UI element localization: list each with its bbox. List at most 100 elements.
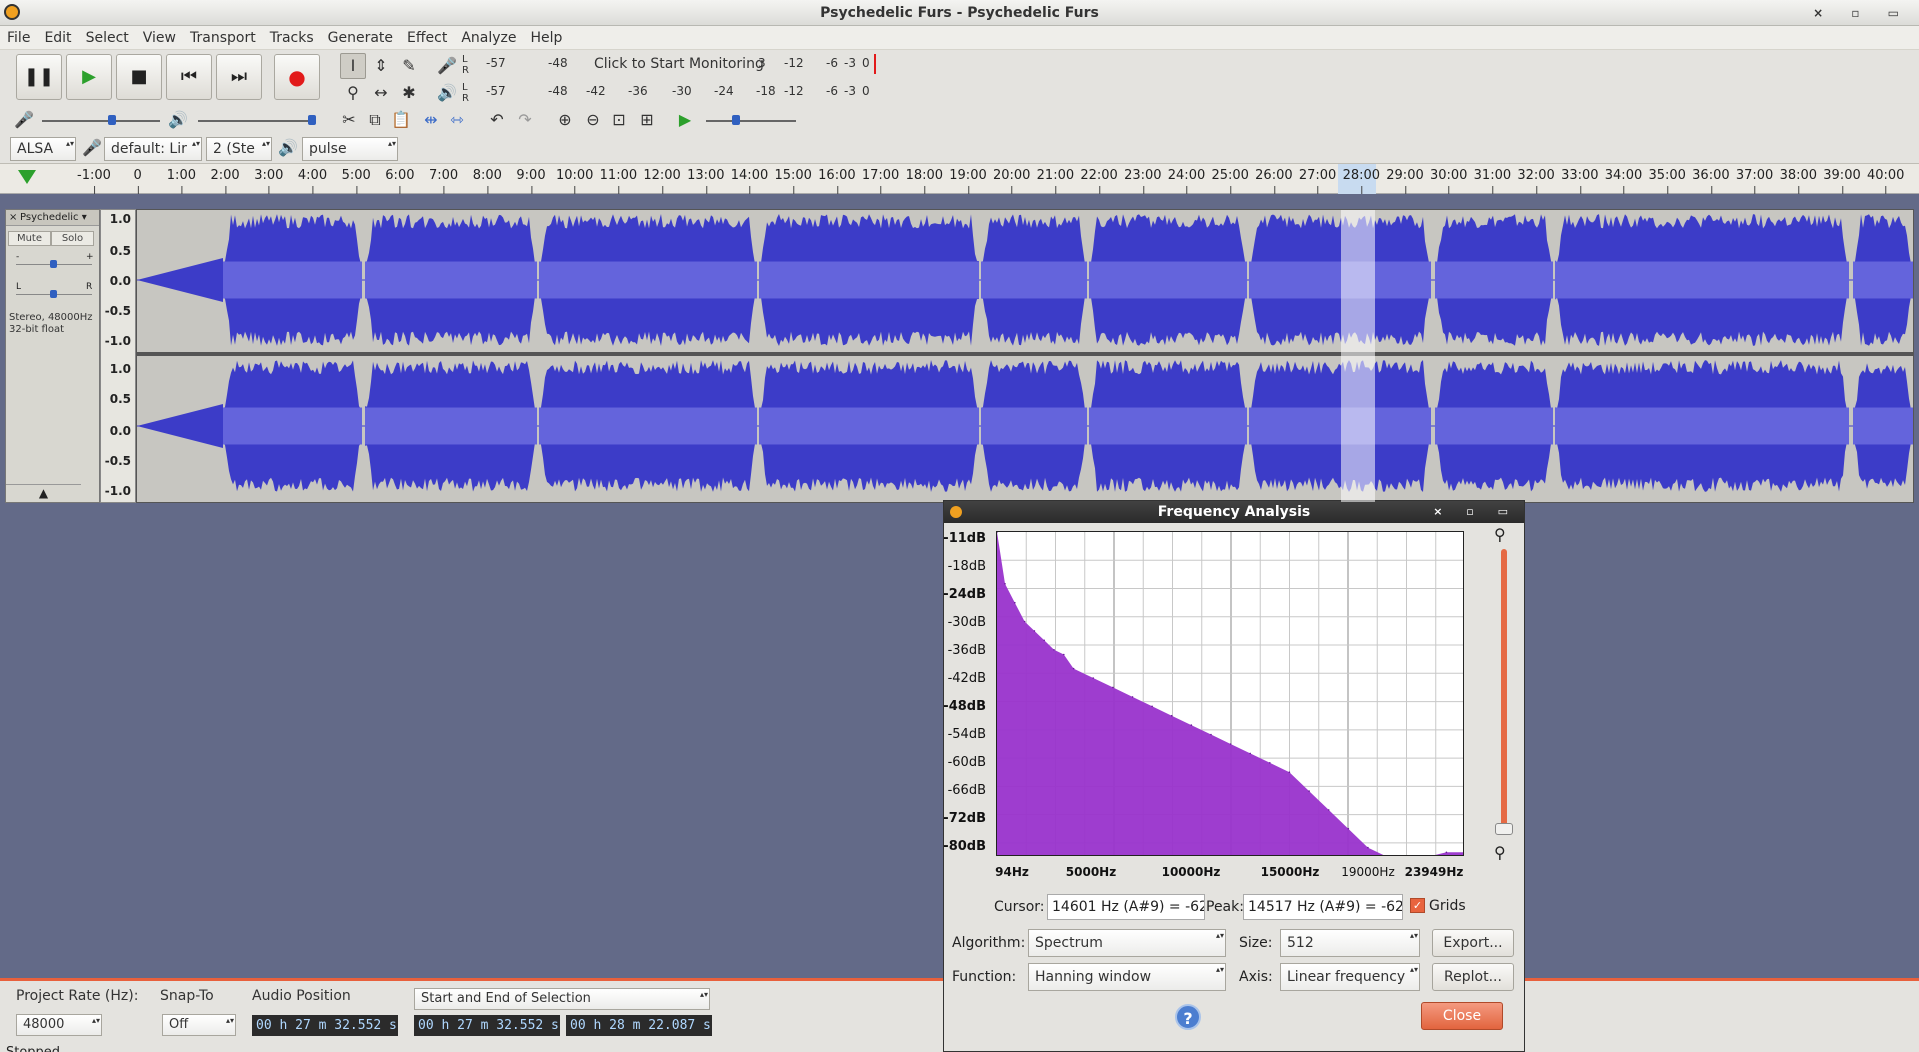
selection-mode-select[interactable]: Start and End of Selection	[414, 988, 710, 1010]
zoom-out-button[interactable]: ⊖	[580, 107, 606, 133]
mute-button[interactable]: Mute	[8, 231, 51, 246]
menu-tracks[interactable]: Tracks	[263, 26, 321, 50]
cut-button[interactable]: ✂	[336, 107, 362, 133]
fit-selection-button[interactable]: ⊡	[606, 107, 632, 133]
playback-meter-speaker-icon[interactable]: 🔊	[434, 80, 460, 106]
menu-effect[interactable]: Effect	[400, 26, 454, 50]
peak-value-field[interactable]: 14517 Hz (A#9) = -62	[1243, 894, 1403, 920]
help-button[interactable]: ?	[1175, 1004, 1201, 1030]
export-button[interactable]: Export...	[1432, 929, 1514, 957]
pause-button[interactable]: ❚❚	[16, 54, 62, 100]
envelope-tool-button[interactable]: ⇕	[368, 53, 394, 79]
spectrum-zoom-slider[interactable]	[1501, 549, 1507, 829]
menu-select[interactable]: Select	[79, 26, 136, 50]
silence-audio-button[interactable]: ⇿	[444, 107, 470, 133]
click-to-start-monitoring[interactable]: Click to Start Monitoring	[594, 56, 764, 72]
recording-channels-select[interactable]: 2 (Ste	[206, 137, 272, 161]
solo-button[interactable]: Solo	[51, 231, 94, 246]
track-vertical-ruler[interactable]: 1.0 0.5 0.0 -0.5 -1.0 1.0 0.5 0.0 -0.5 -…	[100, 209, 136, 503]
replot-button[interactable]: Replot...	[1432, 963, 1514, 991]
record-volume-slider[interactable]	[42, 110, 160, 130]
recording-device-select[interactable]: default: Lir	[104, 137, 202, 161]
menu-transport[interactable]: Transport	[183, 26, 263, 50]
track-pan-slider[interactable]	[16, 284, 92, 304]
toolbar-area: ❚❚ ▶ ■ ⏮ ⏭ ● I ⇕ ✎ ⚲ ↔ ✱ 🎤 LR -57 -48 Cl…	[0, 50, 1919, 164]
ruler-tick-label: 1:00	[166, 168, 196, 194]
ruler-tick-label: 15:00	[774, 168, 812, 194]
menu-generate[interactable]: Generate	[321, 26, 400, 50]
snap-to-label: Snap-To	[160, 988, 214, 1004]
draw-tool-button[interactable]: ✎	[396, 53, 422, 79]
play-button[interactable]: ▶	[66, 54, 112, 100]
stop-button[interactable]: ■	[116, 54, 162, 100]
waveform-rms	[223, 407, 362, 445]
menu-file[interactable]: File	[0, 26, 37, 50]
track-gain-slider[interactable]	[16, 254, 92, 274]
track-close-icon[interactable]: ×	[9, 210, 17, 226]
waveform-rms	[539, 407, 757, 445]
redo-button[interactable]: ↷	[512, 107, 538, 133]
timeshift-tool-button[interactable]: ↔	[368, 80, 394, 106]
project-rate-select[interactable]: 48000	[16, 1014, 102, 1036]
waveform-svg	[137, 214, 1913, 492]
spectrum-point	[1063, 653, 1065, 656]
menu-analyze[interactable]: Analyze	[454, 26, 523, 50]
ruler-tick-label: 13:00	[687, 168, 725, 194]
y-tick-label: -30dB	[947, 615, 986, 630]
size-select[interactable]: 512	[1280, 929, 1420, 957]
zoom-out-icon[interactable]: ⚲	[1494, 843, 1506, 862]
axis-select[interactable]: Linear frequency	[1280, 963, 1420, 991]
record-volume-mic-icon: 🎤	[14, 110, 34, 129]
window-controls[interactable]: × ▫ ▭	[1813, 0, 1911, 26]
audio-position-field[interactable]: 00 h 27 m 32.552 s	[252, 1015, 398, 1036]
waveform-area[interactable]	[136, 209, 1914, 503]
ruler-tick-label: 22:00	[1080, 168, 1118, 194]
function-select[interactable]: Hanning window	[1028, 963, 1226, 991]
play-at-speed-button[interactable]: ▶	[672, 107, 698, 133]
algorithm-select[interactable]: Spectrum	[1028, 929, 1226, 957]
copy-button[interactable]: ⧉	[362, 107, 388, 133]
playback-meter[interactable]: LR -57 -48 -42 -36 -30 -24 -18 -12 -6 -3…	[462, 82, 882, 104]
spectrum-plot[interactable]	[996, 531, 1464, 856]
waveform-rms	[759, 261, 979, 299]
zoom-in-icon[interactable]: ⚲	[1494, 525, 1506, 544]
spectrum-zoom-thumb[interactable]	[1495, 823, 1513, 835]
x-tick-label: 23949Hz	[1404, 865, 1464, 879]
collapse-track-button[interactable]: ▲	[6, 484, 81, 502]
playback-volume-slider[interactable]	[198, 110, 316, 130]
record-button[interactable]: ●	[274, 54, 320, 100]
fit-project-button[interactable]: ⊞	[634, 107, 660, 133]
record-meter[interactable]: LR -57 -48 Click to Start Monitoring 3 -…	[462, 54, 882, 76]
close-button[interactable]: Close	[1421, 1002, 1503, 1030]
selection-end-field[interactable]: 00 h 28 m 22.087 s	[566, 1015, 712, 1036]
dialog-window-controls[interactable]: × ▫ ▭	[1433, 501, 1518, 523]
snap-to-select[interactable]: Off	[162, 1014, 236, 1036]
play-at-speed-slider[interactable]	[706, 110, 796, 130]
spectrum-point	[1367, 846, 1369, 849]
cursor-value-field[interactable]: 14601 Hz (A#9) = -62	[1047, 894, 1205, 920]
play-head-icon[interactable]	[18, 170, 36, 184]
zoom-in-button[interactable]: ⊕	[552, 107, 578, 133]
menu-view[interactable]: View	[136, 26, 183, 50]
menu-help[interactable]: Help	[524, 26, 570, 50]
track-name-menu[interactable]: × Psychedelic ▾	[6, 210, 99, 226]
trim-audio-button[interactable]: ⇹	[418, 107, 444, 133]
timeline-ruler[interactable]: -1:00 0 1:00 2:00 3:00 4:00 5:00 6:00 7:00 8:00 9:…	[0, 164, 1919, 194]
grids-checkbox[interactable]: ✓	[1410, 898, 1425, 913]
menu-edit[interactable]: Edit	[37, 26, 78, 50]
ruler-tick-label: 17:00	[861, 168, 900, 194]
paste-button[interactable]: 📋	[388, 107, 414, 133]
playback-device-select[interactable]: pulse	[302, 137, 398, 161]
spectrum-point	[997, 532, 998, 533]
zoom-tool-button[interactable]: ⚲	[340, 80, 366, 106]
record-meter-mic-icon[interactable]: 🎤	[434, 53, 460, 79]
skip-to-start-button[interactable]: ⏮	[166, 54, 212, 100]
selection-start-field[interactable]: 00 h 27 m 32.552 s	[414, 1015, 560, 1036]
undo-button[interactable]: ↶	[484, 107, 510, 133]
selection-tool-button[interactable]: I	[340, 53, 366, 79]
audio-host-select[interactable]: ALSA	[10, 137, 76, 161]
skip-to-end-button[interactable]: ⏭	[216, 54, 262, 100]
multi-tool-button[interactable]: ✱	[396, 80, 422, 106]
waveform-rms	[981, 407, 1087, 445]
waveform-rms	[223, 261, 362, 299]
